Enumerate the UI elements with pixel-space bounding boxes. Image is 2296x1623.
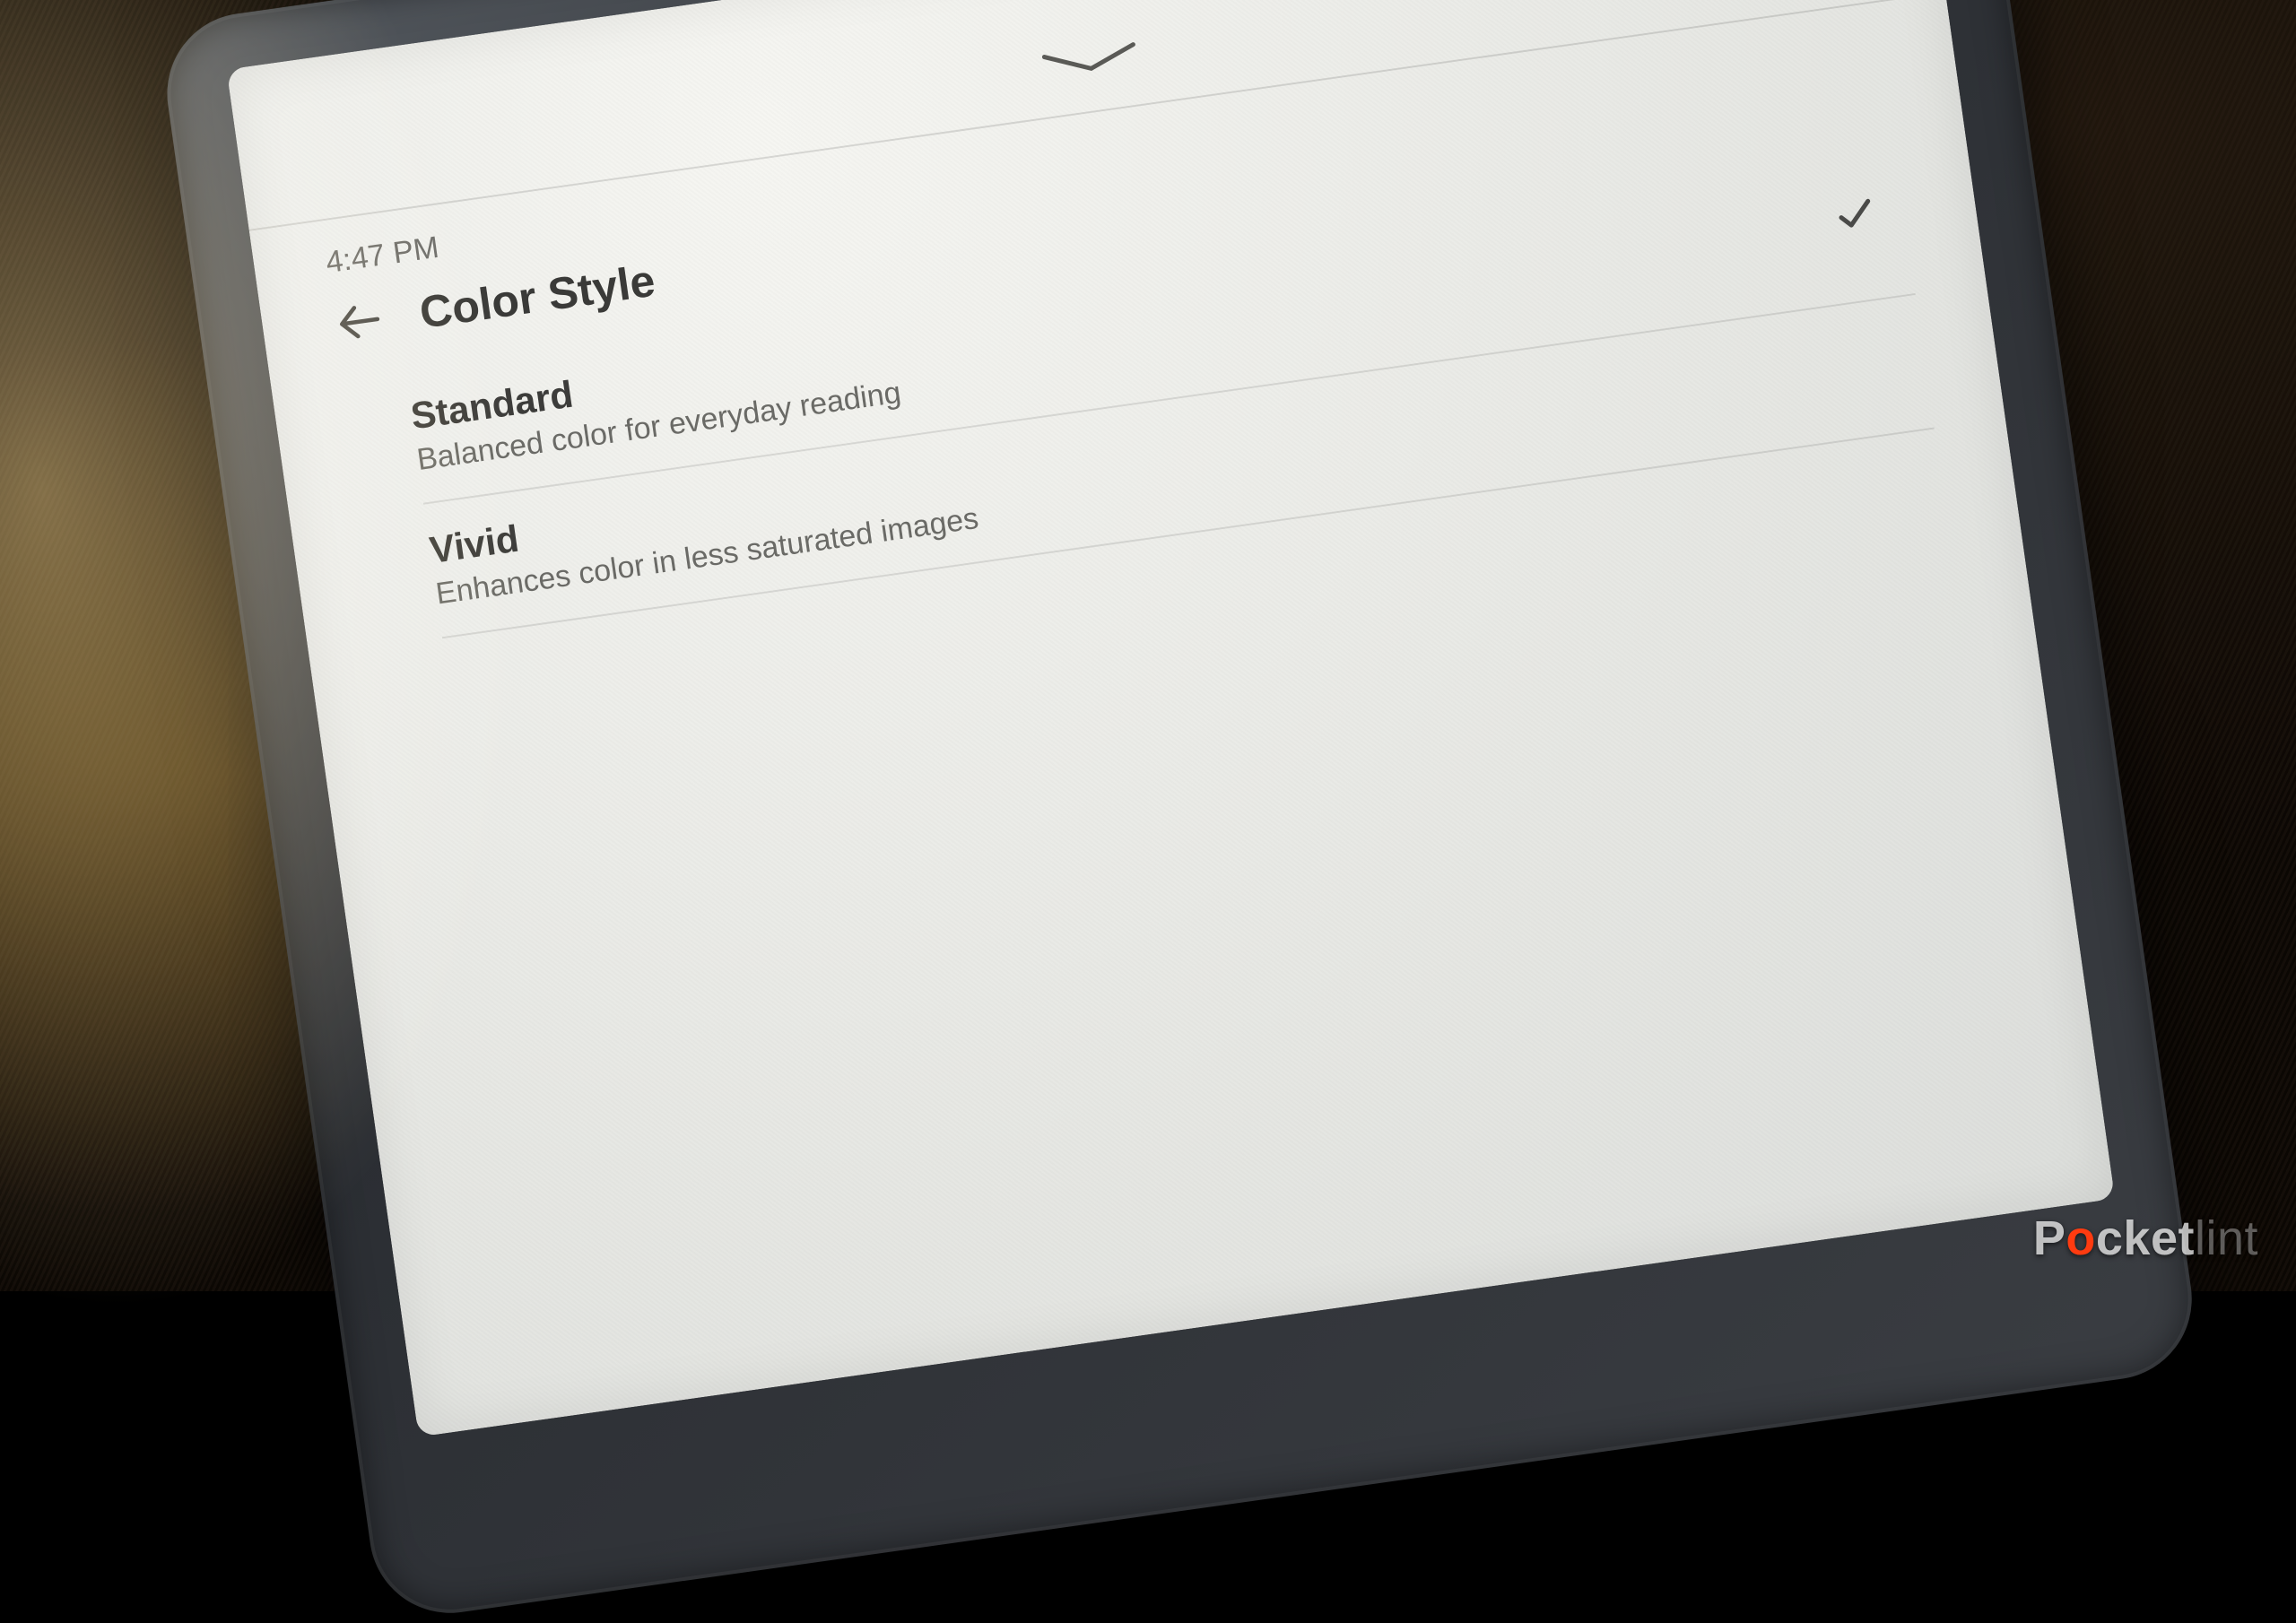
sheet-collapse-handle[interactable] — [1025, 35, 1154, 88]
device-screen: 45% — [226, 0, 2115, 1437]
watermark-suffix: cket — [2096, 1211, 2195, 1265]
back-button[interactable] — [331, 293, 387, 350]
tablet-device: 45% — [157, 0, 2203, 1623]
watermark-tail: lint — [2195, 1211, 2258, 1265]
page-title: Color Style — [416, 255, 657, 339]
watermark-accent: o — [2066, 1211, 2096, 1265]
check-icon — [1831, 189, 1879, 238]
watermark-prefix: P — [2033, 1211, 2066, 1265]
watermark: Pocketlint — [2033, 1211, 2258, 1266]
clock-label: 4:47 PM — [324, 230, 441, 281]
